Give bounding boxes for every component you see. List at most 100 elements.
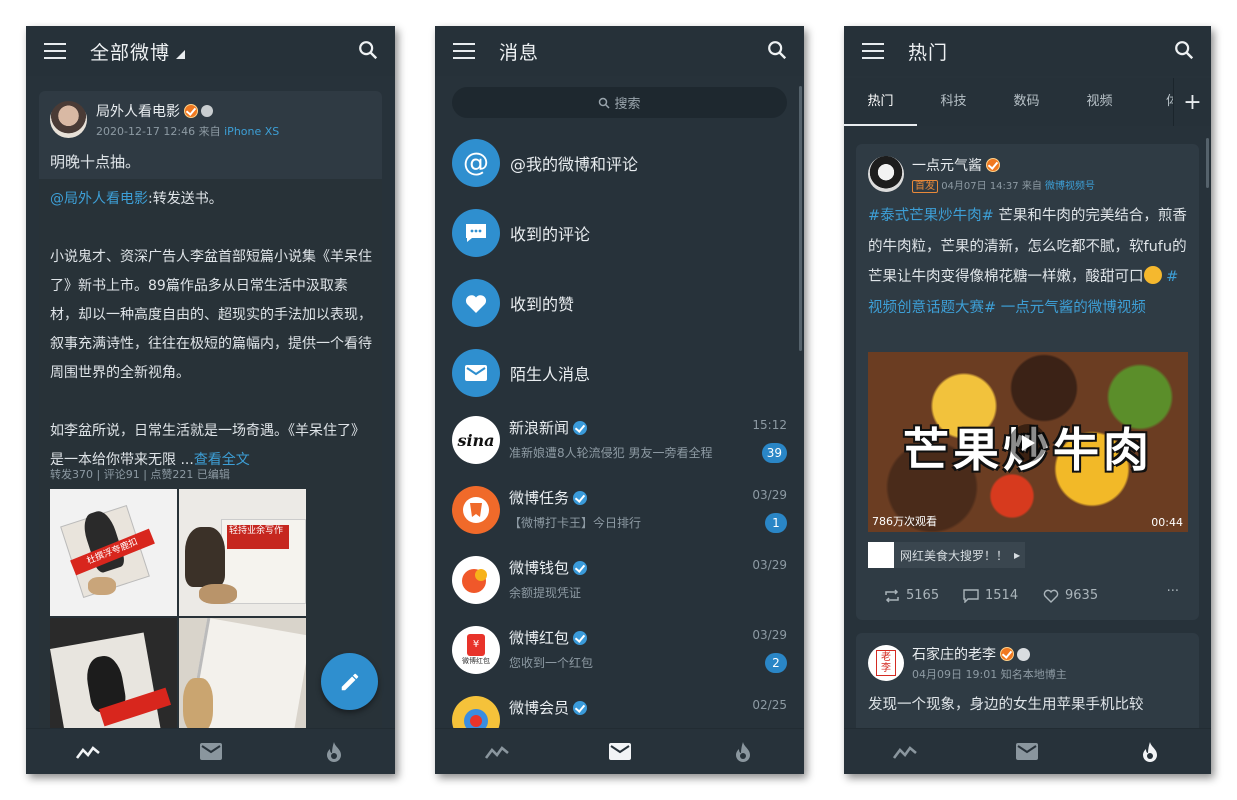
chat-time: 02/25: [752, 698, 787, 712]
book-cover-text: 轻持业余写作: [227, 525, 289, 549]
tab-home[interactable]: [26, 729, 149, 774]
chat-name: 微博任务: [509, 489, 570, 507]
source-prefix: 来自: [1021, 181, 1042, 192]
comment-icon: [452, 209, 500, 257]
menu-item-comments[interactable]: 收到的评论: [435, 198, 804, 268]
chat-preview: 余额提现凭证: [509, 586, 582, 600]
page-title[interactable]: 全部微博: [90, 38, 170, 65]
comment-button[interactable]: 1514: [963, 588, 1018, 603]
unread-badge: 2: [765, 653, 787, 673]
medal-icon: [201, 105, 213, 117]
first-release-tag: 首发: [912, 180, 938, 193]
chevron-right-icon: ▶: [1014, 550, 1021, 560]
topic-chip[interactable]: 网红美食大搜罗！！ ▶: [868, 542, 1025, 568]
tab-video[interactable]: 视频: [1063, 78, 1136, 126]
verified-icon: [184, 104, 198, 118]
avatar[interactable]: [868, 156, 904, 192]
category-tabs: 热门 科技 数码 视频 体: [844, 78, 1211, 126]
tab-hot[interactable]: [681, 729, 804, 774]
video-duration: 00:44: [1151, 516, 1183, 529]
source-prefix: 来自: [198, 125, 221, 138]
quote-author-link[interactable]: @局外人看电影: [50, 191, 148, 207]
topic-icon: [868, 542, 894, 568]
bottom-nav: [844, 728, 1211, 774]
menu-item-stranger-messages[interactable]: 陌生人消息: [435, 338, 804, 408]
hongbao-logo-icon: ¥ 微博红包: [452, 626, 500, 674]
search-icon[interactable]: [766, 39, 788, 61]
tab-hot[interactable]: [272, 729, 395, 774]
compose-button[interactable]: [321, 653, 378, 710]
source-device[interactable]: iPhone XS: [224, 125, 279, 138]
tab-messages[interactable]: [149, 729, 272, 774]
author-name[interactable]: 一点元气酱: [912, 158, 982, 174]
author-name[interactable]: 局外人看电影: [96, 104, 180, 120]
tab-messages[interactable]: [558, 729, 681, 774]
chat-item-weibo-hongbao[interactable]: ¥ 微博红包 微博红包 您收到一个红包 03/29 2: [435, 618, 804, 688]
tab-digital[interactable]: 数码: [990, 78, 1063, 126]
menu-icon[interactable]: [453, 43, 475, 59]
search-icon[interactable]: [357, 39, 379, 61]
menu-item-likes[interactable]: 收到的赞: [435, 268, 804, 338]
menu-item-mentions[interactable]: @ @我的微博和评论: [435, 128, 804, 198]
dropdown-triangle-icon[interactable]: [176, 49, 186, 59]
chat-time: 03/29: [752, 558, 787, 572]
skull-icon: [1017, 648, 1030, 661]
menu-icon[interactable]: [44, 43, 66, 59]
post-image-2[interactable]: 轻持业余写作: [179, 489, 306, 616]
unread-badge: 1: [765, 513, 787, 533]
tab-home[interactable]: [844, 729, 966, 774]
search-small-icon: [599, 97, 611, 109]
chat-item-weibo-wallet[interactable]: 微博钱包 余额提现凭证 03/29: [435, 548, 804, 618]
tab-hot[interactable]: 热门: [844, 78, 917, 126]
menu-item-label: @我的微博和评论: [510, 155, 639, 174]
chat-time: 15:12: [752, 418, 787, 432]
play-icon[interactable]: [1009, 424, 1047, 462]
avatar[interactable]: [50, 101, 87, 138]
repost-button[interactable]: 5165: [884, 588, 939, 603]
search-icon[interactable]: [1173, 39, 1195, 61]
flame-icon: [326, 741, 341, 762]
scrollbar[interactable]: [799, 86, 802, 351]
post-image-4[interactable]: [179, 618, 306, 745]
add-tab-button[interactable]: +: [1173, 78, 1211, 126]
verified-icon: [573, 421, 588, 435]
verified-icon: [573, 561, 588, 575]
chat-item-weibo-tasks[interactable]: 微博任务 【微博打卡王】今日排行 03/29 1: [435, 478, 804, 548]
verified-icon: [986, 158, 1000, 172]
more-options-button[interactable]: ···: [1167, 584, 1179, 599]
mail-icon: [199, 743, 222, 760]
menu-item-label: 收到的赞: [510, 295, 575, 314]
search-input[interactable]: 搜索: [452, 87, 787, 118]
mail-icon: [1016, 743, 1039, 760]
chat-preview: 准新娘遭8人轮流侵犯 男友一旁看全程: [509, 446, 713, 460]
chat-name: 微博会员: [509, 699, 570, 717]
menu-icon[interactable]: [862, 43, 884, 59]
post-image-3[interactable]: [50, 618, 177, 745]
weibo-post-card[interactable]: 局外人看电影 2020-12-17 12:46 来自 iPhone XS 明晚十…: [39, 91, 382, 751]
avatar[interactable]: 老李: [868, 645, 904, 681]
hashtag-link[interactable]: #泰式芒果炒牛肉#: [868, 208, 994, 224]
video-thumbnail[interactable]: 芒果炒牛肉 786万次观看 00:44: [868, 352, 1188, 532]
trend-icon: [484, 745, 509, 759]
tab-messages[interactable]: [966, 729, 1088, 774]
like-button[interactable]: 9635: [1043, 588, 1098, 603]
author-name[interactable]: 石家庄的老李: [912, 647, 996, 663]
post-text: 明晚十点抽。: [50, 153, 141, 171]
video-link[interactable]: 一点元气酱的微博视频: [996, 300, 1146, 316]
post-image-1[interactable]: 杜撰浮夸鹿扣: [50, 489, 177, 616]
scrollbar[interactable]: [1206, 138, 1209, 188]
tab-home[interactable]: [435, 729, 558, 774]
tab-tech[interactable]: 科技: [917, 78, 990, 126]
tab-hot[interactable]: [1089, 729, 1211, 774]
pencil-icon: [341, 673, 358, 690]
chat-preview: 【微博打卡王】今日排行: [509, 516, 642, 530]
repost-count: 5165: [906, 588, 940, 603]
top-app-bar: 全部微博: [26, 26, 395, 76]
source-link[interactable]: 微博视频号: [1045, 181, 1095, 192]
chat-time: 03/29: [752, 488, 787, 502]
post-time: 2020-12-17 12:46: [96, 125, 196, 138]
quote-suffix: :转发送书。: [148, 191, 223, 207]
weibo-post-card[interactable]: 一点元气酱 首发 04月07日 14:37 来自 微博视频号 #泰式芒果炒牛肉#…: [856, 144, 1199, 620]
chat-name: 微博钱包: [509, 559, 570, 577]
chat-item-sina-news[interactable]: sina 新浪新闻 准新娘遭8人轮流侵犯 男友一旁看全程 15:12 39: [435, 408, 804, 478]
